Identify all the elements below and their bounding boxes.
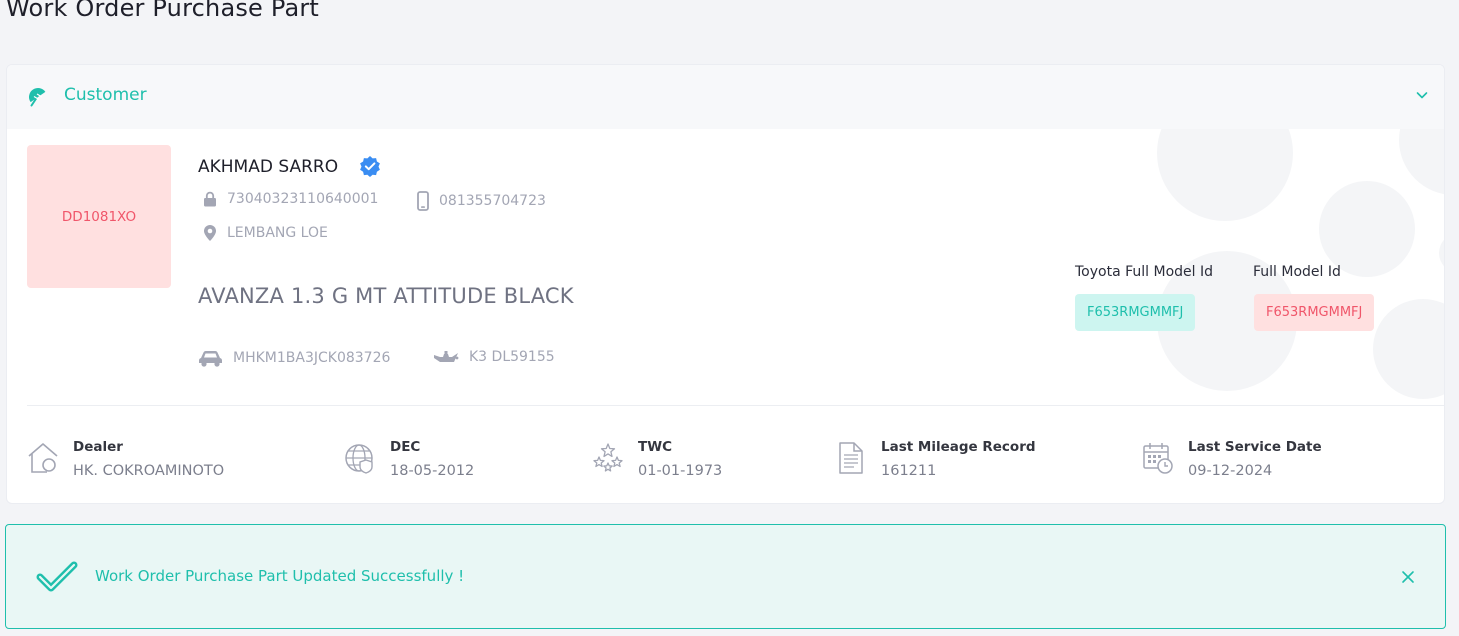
calendar-clock-icon — [1142, 441, 1174, 475]
customer-card: Customer DD1081XO AKHMAD SARRO 730403231… — [6, 64, 1445, 504]
decor-bubble — [1439, 233, 1444, 273]
phone-number: 081355704723 — [439, 193, 546, 209]
engine-row: K3 DL59155 — [433, 349, 555, 365]
toyota-full-model-id-badge: F653RMGMMFJ — [1075, 294, 1196, 331]
alert-message: Work Order Purchase Part Updated Success… — [95, 567, 465, 585]
stat-value: HK. COKROAMINOTO — [73, 463, 225, 479]
address-row: LEMBANG LOE — [203, 224, 328, 242]
id-number-row: 73040323110640001 — [203, 191, 378, 207]
vin-row: MHKM1BA3JCK083726 — [198, 349, 390, 367]
success-alert: Work Order Purchase Part Updated Success… — [5, 524, 1446, 629]
phone-row: 081355704723 — [417, 191, 546, 211]
decor-bubble — [1373, 299, 1444, 399]
globe-shield-icon — [344, 441, 376, 475]
stat-label: Last Mileage Record — [881, 439, 1036, 455]
document-icon — [835, 441, 867, 475]
stat-value: 09-12-2024 — [1188, 463, 1273, 479]
verified-badge-icon — [359, 155, 381, 177]
close-icon[interactable] — [1401, 569, 1415, 583]
stars-icon — [592, 441, 624, 475]
stat-value: 161211 — [881, 463, 937, 479]
engine-number: K3 DL59155 — [469, 349, 555, 365]
full-model-id-badge: F653RMGMMFJ — [1254, 294, 1375, 331]
customer-name: AKHMAD SARRO — [198, 157, 339, 177]
page-title: Work Order Purchase Part — [6, 0, 320, 22]
vin-number: MHKM1BA3JCK083726 — [233, 350, 391, 366]
stat-label: DEC — [390, 439, 421, 455]
car-icon — [199, 351, 222, 367]
toyota-full-model-id-label: Toyota Full Model Id — [1075, 264, 1213, 280]
divider — [27, 405, 1444, 406]
decor-bubble — [1319, 181, 1415, 277]
address: LEMBANG LOE — [227, 225, 328, 241]
mobile-phone-icon — [417, 191, 429, 211]
stat-value: 18-05-2012 — [390, 463, 475, 479]
customer-panel-header[interactable]: Customer — [7, 65, 1444, 129]
stat-label: TWC — [638, 439, 673, 455]
dealer-home-icon — [27, 441, 59, 475]
location-pin-icon — [204, 225, 216, 241]
plate-number: DD1081XO — [61, 208, 137, 225]
stat-value: 01-01-1973 — [638, 463, 723, 479]
stat-label: Dealer — [73, 439, 123, 455]
full-model-id-label: Full Model Id — [1253, 264, 1341, 280]
engine-oil-icon — [434, 351, 459, 362]
check-icon — [36, 559, 78, 595]
plate-number-box: DD1081XO — [27, 145, 171, 288]
lock-icon — [204, 191, 216, 207]
vehicle-model: AVANZA 1.3 G MT ATTITUDE BLACK — [198, 284, 574, 308]
umbrella-icon — [26, 85, 50, 109]
id-number: 73040323110640001 — [227, 191, 379, 207]
chevron-down-icon[interactable] — [1414, 87, 1430, 103]
customer-panel-title: Customer — [64, 85, 147, 105]
stat-label: Last Service Date — [1188, 439, 1322, 455]
